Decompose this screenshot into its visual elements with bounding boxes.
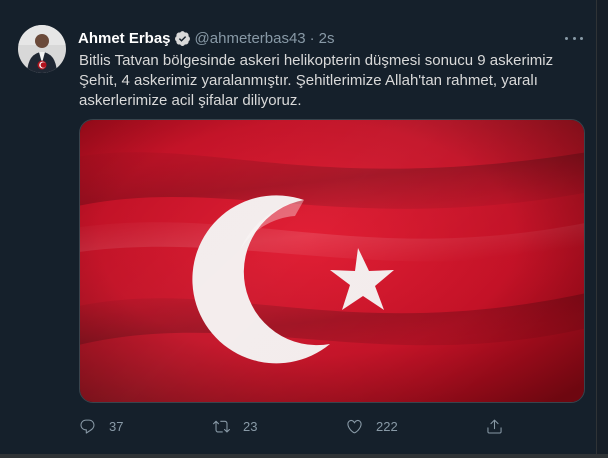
verified-badge-icon [174, 31, 190, 46]
tweet-header: Ahmet Erbaş @ahmeterbas43 · 2s [78, 28, 335, 48]
tweet-actions: 37 23 222 [79, 416, 509, 436]
window-edge-right [596, 0, 608, 458]
retweet-icon [213, 420, 230, 432]
tweet-text: Bitlis Tatvan bölgesinde askeri helikopt… [79, 51, 589, 111]
retweet-button[interactable]: 23 [213, 416, 257, 436]
share-button[interactable] [486, 416, 503, 436]
timestamp[interactable]: 2s [319, 30, 335, 47]
app-frame: Ahmet Erbaş @ahmeterbas43 · 2s Bitlis Ta… [0, 0, 608, 458]
reply-count: 37 [109, 418, 124, 434]
tweet-text-line: askerlerimize acil şifalar diliyoruz. [79, 92, 302, 109]
avatar[interactable] [18, 25, 66, 73]
share-icon [487, 419, 502, 434]
separator-dot: · [309, 29, 315, 47]
avatar-image [18, 25, 66, 73]
display-name[interactable]: Ahmet Erbaş [78, 30, 171, 47]
tweet-text-line: Bitlis Tatvan bölgesinde askeri helikopt… [79, 52, 554, 69]
reply-icon [80, 419, 95, 434]
retweet-count: 23 [243, 418, 258, 434]
like-button[interactable]: 222 [346, 416, 398, 436]
tweet-card[interactable]: Ahmet Erbaş @ahmeterbas43 · 2s Bitlis Ta… [0, 0, 596, 454]
like-icon [347, 419, 362, 433]
reply-button[interactable]: 37 [79, 416, 123, 436]
turkish-flag-image [80, 120, 584, 402]
tweet-media[interactable] [79, 119, 585, 403]
like-count: 222 [376, 418, 398, 434]
window-edge-bottom [0, 454, 608, 458]
handle[interactable]: @ahmeterbas43 [195, 30, 306, 47]
tweet-text-line: Şehit, 4 askerimiz yaralanmıştır. Şehitl… [79, 72, 538, 89]
more-icon[interactable] [563, 30, 585, 46]
